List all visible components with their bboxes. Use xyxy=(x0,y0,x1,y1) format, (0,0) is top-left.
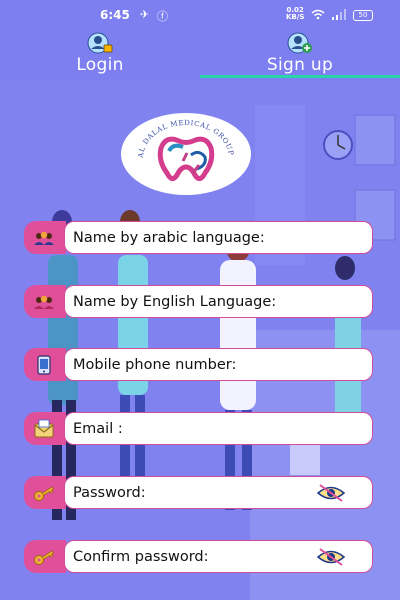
arabic-name-placeholder: Name by arabic language: xyxy=(73,230,265,246)
network-speed: 0.02 KB/S xyxy=(286,7,304,21)
email-row[interactable]: Email : xyxy=(24,412,373,445)
mobile-row[interactable]: Mobile phone number: xyxy=(24,348,373,381)
confirm-password-placeholder: Confirm password: xyxy=(73,549,209,565)
active-tab-indicator xyxy=(200,75,400,78)
email-icon xyxy=(34,419,54,438)
facebook-icon: ⓕ xyxy=(157,10,168,23)
tab-signup-label: Sign up xyxy=(266,55,334,75)
tab-login-label: Login xyxy=(76,55,124,75)
email-placeholder: Email : xyxy=(73,421,123,437)
tab-login[interactable]: Login xyxy=(60,32,140,75)
users-icon xyxy=(34,295,54,309)
clinic-logo: AL DALAL MEDICAL GROUP xyxy=(121,113,251,195)
user-add-icon xyxy=(287,32,312,54)
arabic-name-row[interactable]: Name by arabic language: xyxy=(24,221,373,254)
key-icon xyxy=(34,486,55,501)
password-row[interactable]: Password: xyxy=(24,476,373,509)
signal-icon xyxy=(332,9,346,20)
users-icon xyxy=(34,231,54,245)
network-speed-unit: KB/S xyxy=(286,13,305,21)
wifi-icon xyxy=(311,9,325,20)
hide-confirm-password-icon[interactable] xyxy=(316,547,346,567)
status-time: 6:45 xyxy=(100,8,130,22)
key-icon xyxy=(34,550,55,565)
notification-icon: ✈ xyxy=(140,8,150,21)
tab-signup[interactable]: Sign up xyxy=(245,32,355,75)
hide-password-icon[interactable] xyxy=(316,483,346,503)
english-name-placeholder: Name by English Language: xyxy=(73,294,277,310)
user-login-icon xyxy=(87,32,113,54)
mobile-phone-placeholder: Mobile phone number: xyxy=(73,357,237,373)
phone-icon xyxy=(37,355,51,375)
password-placeholder: Password: xyxy=(73,485,146,501)
battery-indicator: 50 xyxy=(353,10,373,21)
english-name-row[interactable]: Name by English Language: xyxy=(24,285,373,318)
tooth-logo-icon: AL DALAL MEDICAL GROUP xyxy=(137,119,234,181)
confirm-password-row[interactable]: Confirm password: xyxy=(24,540,373,573)
status-bar: 6:45 ✈ ⓕ 0.02 KB/S 50 xyxy=(0,0,400,30)
